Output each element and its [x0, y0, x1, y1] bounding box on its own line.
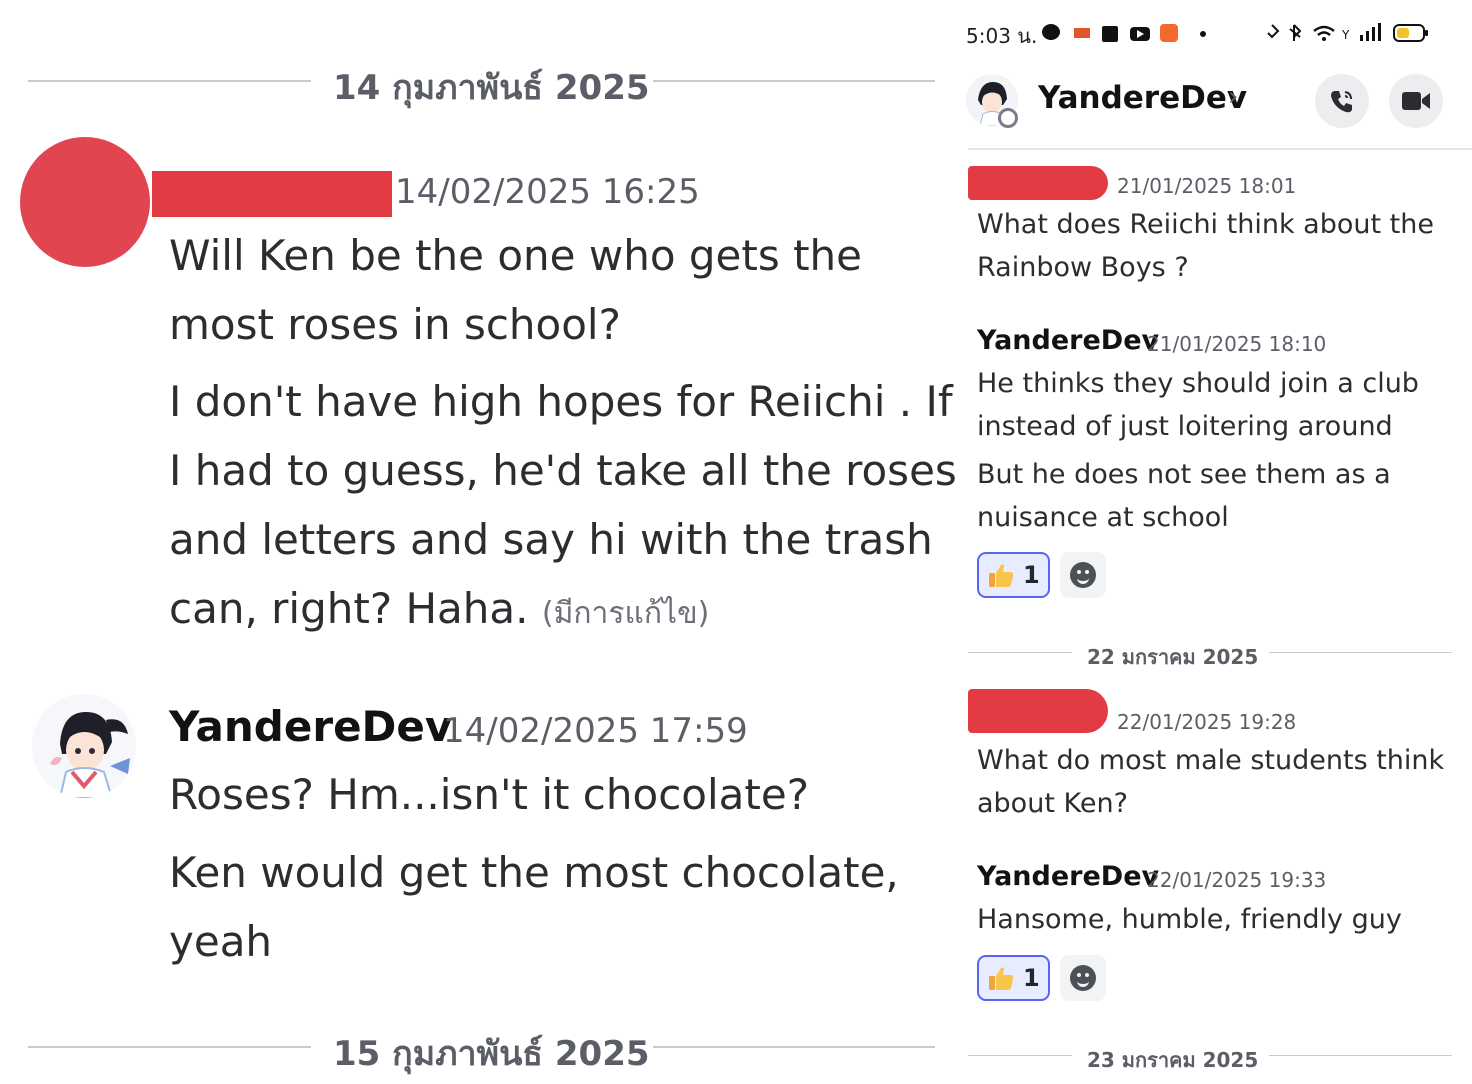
- message-line: Ken would get the most chocolate,: [169, 848, 899, 897]
- date-divider-line: [1269, 652, 1452, 653]
- message-line: most roses in school?: [169, 300, 621, 349]
- left-chat-panel: 14 กุมภาพันธ์ 2025 14/02/2025 16:25 Will…: [0, 0, 960, 1084]
- message-line: and letters and say hi with the trash: [169, 515, 933, 564]
- message-line: Will Ken be the one who gets the: [169, 231, 862, 280]
- reaction-thumbs-up[interactable]: 1: [977, 955, 1050, 1001]
- svg-text:Y: Y: [1341, 28, 1350, 42]
- date-divider-line: [653, 80, 935, 82]
- message-line: Rainbow Boys ?: [977, 252, 1189, 283]
- video-camera-icon: [1402, 92, 1430, 110]
- message-line: instead of just loitering around: [977, 411, 1393, 442]
- voice-call-button[interactable]: [1315, 74, 1369, 128]
- date-divider-label: 23 มกราคม 2025: [1087, 1048, 1259, 1072]
- status-indicator-icon: [998, 108, 1018, 128]
- add-reaction-button[interactable]: [1060, 552, 1106, 598]
- message-line: What do most male students think: [977, 745, 1445, 776]
- phone-icon: [1331, 91, 1352, 113]
- add-reaction-icon: [1070, 562, 1096, 588]
- reaction-count: 1: [1023, 561, 1040, 589]
- message-line: But he does not see them as a: [977, 459, 1391, 490]
- add-reaction-icon: [1070, 965, 1096, 991]
- avatar-icon: [32, 694, 136, 798]
- date-divider-line: [653, 1046, 935, 1048]
- avatar[interactable]: [32, 694, 136, 798]
- message-line: What does Reiichi think about the: [977, 209, 1434, 240]
- redacted-username: [968, 166, 1108, 200]
- message-line: I don't have high hopes for Reiichi . If: [169, 377, 953, 426]
- notification-icons: [1042, 24, 1206, 42]
- message-author[interactable]: YandereDev: [977, 325, 1159, 356]
- message-timestamp: 22/01/2025 19:28: [1117, 710, 1297, 734]
- status-bar: 5:03 น. Y: [960, 14, 1472, 50]
- video-call-button[interactable]: [1389, 74, 1443, 128]
- reaction-count: 1: [1023, 964, 1040, 992]
- right-phone-panel: 5:03 น. Y YandereDev › 21/01/2025 18:01 …: [960, 0, 1472, 1084]
- chevron-right-icon[interactable]: ›: [1228, 82, 1238, 112]
- message-line: I had to guess, he'd take all the roses: [169, 446, 957, 495]
- reaction-thumbs-up[interactable]: 1: [977, 552, 1050, 598]
- message-line: can, right? Haha. (มีการแก้ไข): [169, 574, 709, 648]
- message-text: can, right? Haha.: [169, 584, 529, 633]
- message-author[interactable]: YandereDev: [169, 702, 452, 751]
- redacted-username: [152, 171, 392, 217]
- message-line: He thinks they should join a club: [977, 368, 1419, 399]
- date-divider-line: [968, 652, 1072, 653]
- redacted-avatar[interactable]: [20, 137, 150, 267]
- thumbs-up-icon: [989, 564, 1014, 587]
- system-icons: Y: [1267, 23, 1428, 42]
- date-divider-line: [1269, 1055, 1452, 1056]
- message-timestamp: 22/01/2025 19:33: [1147, 868, 1327, 892]
- message-line: Hansome, humble, friendly guy: [977, 904, 1402, 935]
- date-divider-label: 14 กุมภาพันธ์ 2025: [333, 68, 650, 108]
- message-line: about Ken?: [977, 788, 1128, 819]
- date-divider-line: [28, 80, 311, 82]
- date-divider-line: [28, 1046, 311, 1048]
- message-author[interactable]: YandereDev: [977, 861, 1159, 892]
- date-divider-label: 15 กุมภาพันธ์ 2025: [333, 1034, 650, 1074]
- edited-indicator: (มีการแก้ไข): [541, 596, 710, 631]
- message-timestamp: 21/01/2025 18:01: [1117, 174, 1297, 198]
- date-divider-label: 22 มกราคม 2025: [1087, 645, 1259, 669]
- message-timestamp: 21/01/2025 18:10: [1147, 332, 1327, 356]
- header-title[interactable]: YandereDev: [1038, 80, 1247, 116]
- date-divider-line: [968, 1055, 1072, 1056]
- message-line: Roses? Hm...isn't it chocolate?: [169, 770, 810, 819]
- message-timestamp: 14/02/2025 16:25: [395, 172, 700, 212]
- header-separator: [968, 148, 1472, 150]
- redacted-username: [968, 689, 1108, 733]
- thumbs-up-icon: [989, 967, 1014, 990]
- status-time: 5:03 น.: [966, 24, 1038, 48]
- message-line: yeah: [169, 917, 273, 966]
- add-reaction-button[interactable]: [1060, 955, 1106, 1001]
- message-line: nuisance at school: [977, 502, 1229, 533]
- message-timestamp: 14/02/2025 17:59: [443, 711, 748, 751]
